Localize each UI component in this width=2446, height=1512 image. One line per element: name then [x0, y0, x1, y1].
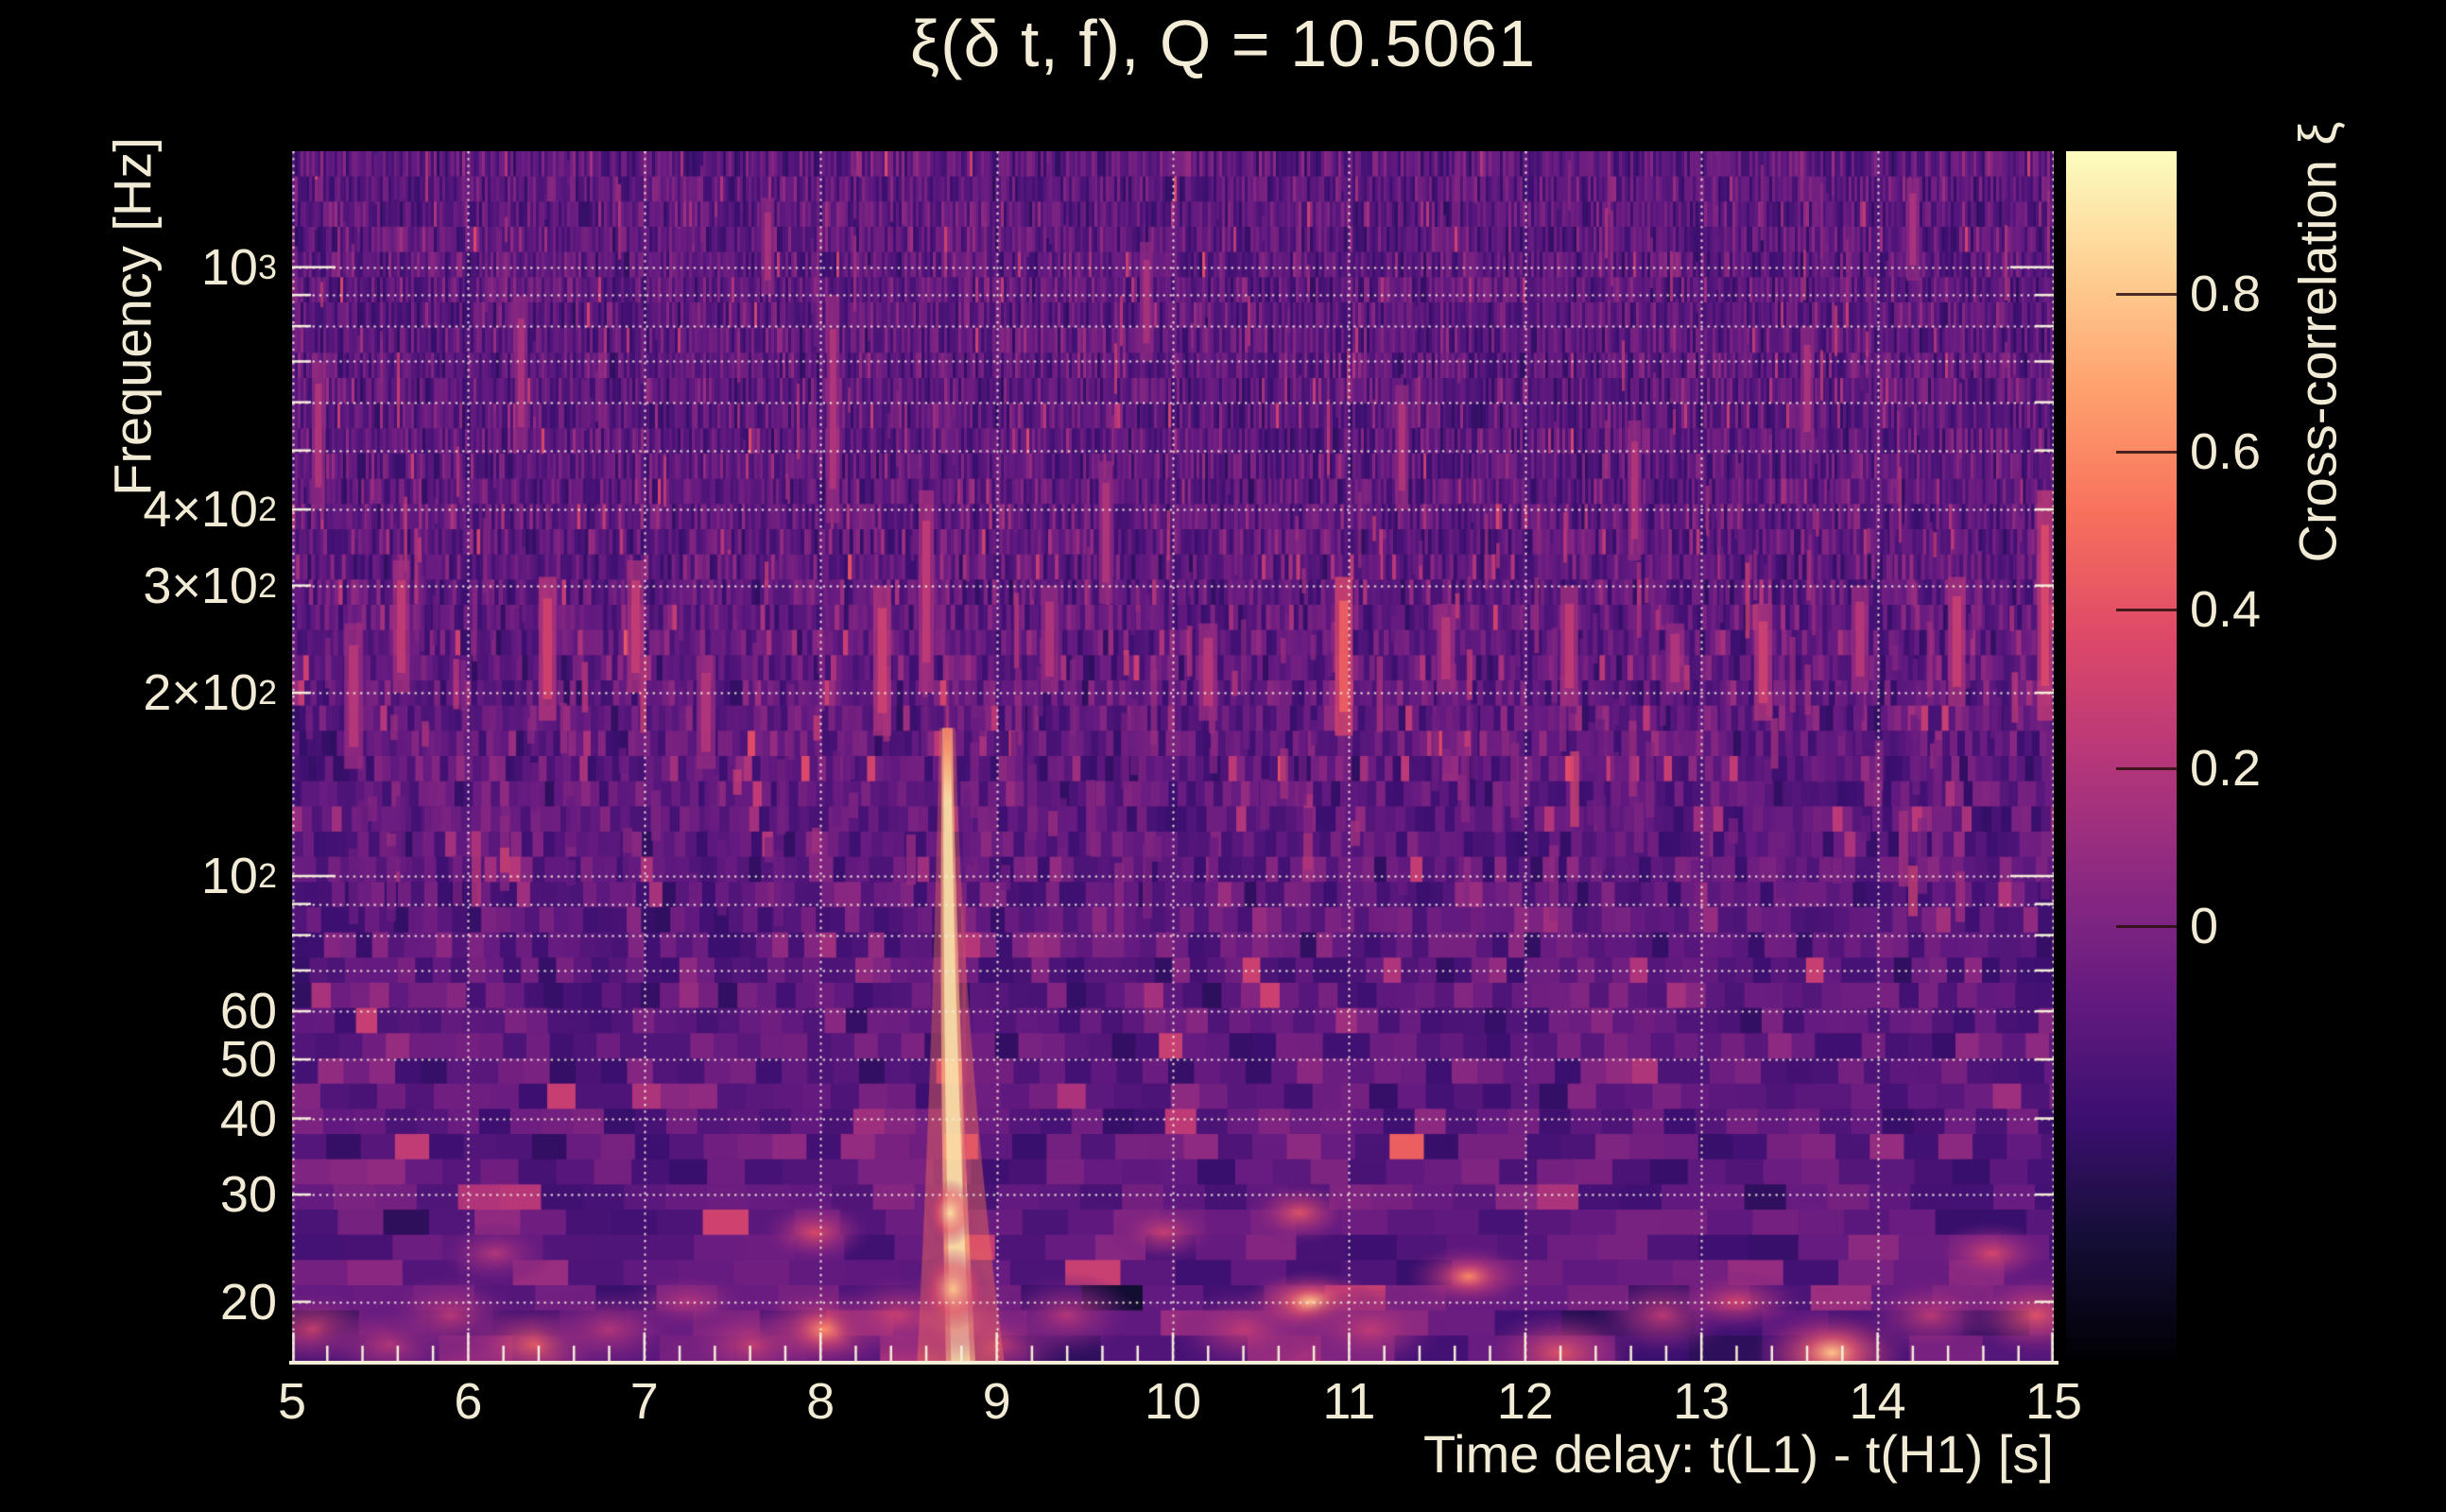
- x-tick-label: 13: [1673, 1373, 1731, 1430]
- colorbar-tick-mark: [2116, 450, 2177, 454]
- y-tick-label: 40: [219, 1090, 277, 1147]
- x-tick-label: 8: [806, 1373, 835, 1430]
- colorbar-tick-label: 0.2: [2190, 739, 2262, 797]
- colorbar-tick-label: 0.8: [2190, 265, 2262, 322]
- x-tick-label: 12: [1496, 1373, 1554, 1430]
- colorbar-tick-mark: [2116, 609, 2177, 612]
- y-tick-label: 4×102: [143, 481, 277, 539]
- y-axis-label: Frequency [Hz]: [102, 137, 163, 496]
- y-tick-label: 50: [219, 1031, 277, 1089]
- spectrogram-canvas: [292, 151, 2054, 1361]
- colorbar-tick-mark: [2116, 766, 2177, 770]
- x-tick-label: 11: [1322, 1373, 1376, 1430]
- colorbar-tick-mark: [2116, 924, 2177, 928]
- colorbar-label: Cross-correlation ξ: [2287, 121, 2348, 563]
- x-tick-label: 9: [982, 1373, 1011, 1430]
- y-tick-label: 103: [200, 238, 277, 296]
- colorbar-tick-label: 0.4: [2190, 581, 2262, 639]
- y-tick-label: 3×102: [143, 557, 277, 614]
- figure: ξ(δ t, f), Q = 10.5061 Frequency [Hz] 10…: [0, 0, 2446, 1512]
- plot-title: ξ(δ t, f), Q = 10.5061: [909, 7, 1537, 80]
- x-tick-label: 7: [629, 1373, 659, 1430]
- colorbar-tick-label: 0.6: [2190, 422, 2262, 480]
- x-tick-label: 5: [277, 1373, 307, 1430]
- y-tick-label: 2×102: [143, 664, 277, 722]
- y-tick-label: 30: [219, 1166, 277, 1224]
- y-tick-label: 20: [219, 1273, 277, 1331]
- colorbar: [2066, 151, 2177, 1361]
- x-axis-label: Time delay: t(L1) - t(H1) [s]: [1423, 1424, 2054, 1484]
- x-tick-label: 14: [1849, 1373, 1906, 1430]
- colorbar-tick-label: 0: [2190, 897, 2219, 954]
- x-tick-label: 6: [454, 1373, 483, 1430]
- x-tick-label: 15: [2024, 1373, 2083, 1430]
- y-tick-label: 102: [200, 848, 277, 905]
- x-tick-label: 10: [1144, 1373, 1202, 1430]
- colorbar-tick-mark: [2116, 292, 2177, 296]
- x-axis-spine: [289, 1361, 2058, 1365]
